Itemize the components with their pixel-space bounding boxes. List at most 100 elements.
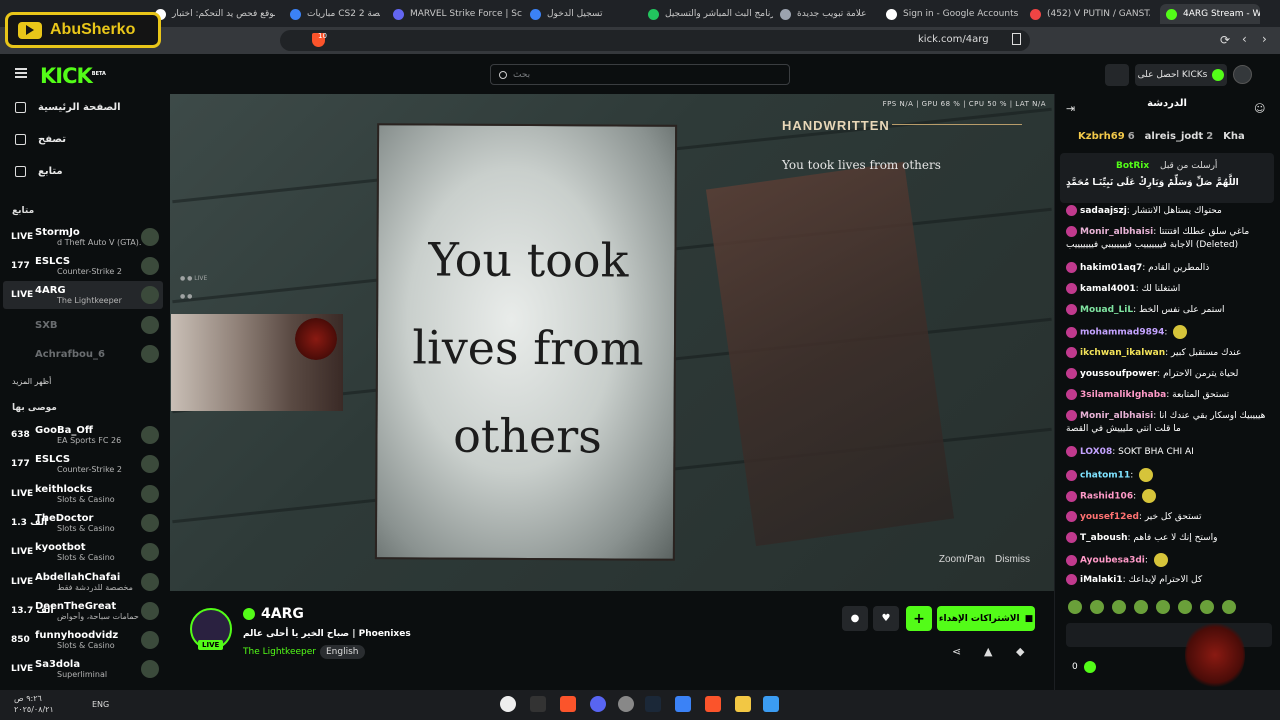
get-kicks-button[interactable]: احصل على KICKs — [1135, 64, 1227, 86]
follow-heart-button[interactable]: ♥ — [873, 606, 899, 631]
top-gifter[interactable]: Kha — [1223, 131, 1248, 142]
sidebar-channel[interactable]: LIVE kyootbot Slots & Casino — [3, 538, 163, 566]
bookmark-icon[interactable] — [1012, 33, 1021, 45]
chat-username[interactable]: LOX08 — [1080, 447, 1112, 457]
stream-category[interactable]: The Lightkeeper — [243, 647, 316, 657]
sidebar-channel[interactable]: SXB — [3, 311, 163, 339]
top-gifter[interactable]: Kzbrh69 6 — [1078, 131, 1135, 142]
menu-icon[interactable] — [15, 68, 27, 78]
chat-users-icon[interactable]: ☺ — [1254, 102, 1265, 115]
folder-icon[interactable] — [735, 696, 751, 712]
input-language[interactable]: ENG — [92, 700, 109, 709]
browser-tab[interactable]: Sign in - Google Accounts — [886, 4, 1021, 24]
video-player[interactable]: You took lives from others HANDWRITTEN Y… — [170, 94, 1054, 591]
layout-button[interactable] — [1105, 64, 1129, 86]
chat-message[interactable]: T_aboush: واستح إنك لا عب فاهم — [1066, 532, 1272, 545]
forward-icon[interactable]: › — [1262, 32, 1267, 46]
chat-username[interactable]: youssoufpower — [1080, 369, 1157, 379]
chat-username[interactable]: hakim01aq7 — [1080, 263, 1142, 273]
sidebar-channel[interactable]: 638 GooBa_Off EA Sports FC 26 — [3, 421, 163, 449]
chat-message[interactable]: Rashid106: — [1066, 489, 1272, 504]
browser-tab[interactable]: (452) V PUTIN / GANSTA — [1030, 4, 1150, 24]
sidebar-channel[interactable]: 177 ESLCS Counter-Strike 2 — [3, 450, 163, 478]
search-input[interactable]: بحث — [490, 64, 790, 85]
steam-store-icon[interactable] — [645, 696, 661, 712]
kick-logo[interactable]: KICKBETA — [40, 64, 106, 88]
pinned-user[interactable]: BotRix — [1116, 161, 1149, 171]
browser-tab[interactable]: علامة تبويب جديدة — [780, 4, 880, 24]
sidebar-channel[interactable]: LIVE keithlocks Slots & Casino — [3, 480, 163, 508]
chat-message[interactable]: chatom11: — [1066, 468, 1272, 483]
subscribe-button[interactable]: + — [906, 606, 932, 631]
store-icon[interactable] — [675, 696, 691, 712]
back-icon[interactable]: ‹ — [1242, 32, 1247, 46]
chat-message[interactable]: hakim01aq7: ذالمطرين القادم — [1066, 262, 1272, 275]
chat-username[interactable]: Monir_albhaisi — [1080, 227, 1153, 237]
sidebar-channel[interactable]: Achrafbou_6 — [3, 340, 163, 368]
chat-username[interactable]: Ayoubesa3di — [1080, 556, 1145, 566]
chat-message[interactable]: iMalaki1: كل الاحترام لإبداعك — [1066, 574, 1272, 587]
sidebar-channel[interactable]: 13.7 ألف DeenTheGreat حمامات سباحة، وأحواض… — [3, 597, 163, 625]
chat-message[interactable]: sadaajszj: محتواك يستاهل الانتشار — [1066, 205, 1272, 218]
share-icon[interactable]: ⋖ — [952, 645, 961, 658]
url-text[interactable]: kick.com/4arg — [918, 34, 989, 45]
chat-username[interactable]: kamal4001 — [1080, 284, 1136, 294]
sidebar-channel[interactable]: 177 ESLCS Counter-Strike 2 — [3, 252, 163, 280]
show-more-link[interactable]: أظهر المزيد — [12, 377, 51, 386]
chat-username[interactable]: 3silamalikIghaba — [1080, 390, 1166, 400]
browser-tab[interactable]: موقع فحص يد التحكم: اختبار — [155, 4, 275, 24]
chat-message[interactable]: LOX08: SOKT BHA CHI AI — [1066, 446, 1272, 459]
chat-username[interactable]: Monir_albhaisi — [1080, 411, 1153, 421]
browser-tab[interactable]: 4ARG Stream - Wa — [1160, 4, 1260, 24]
sidebar-item-1[interactable]: تصفح — [15, 134, 66, 145]
chat-username[interactable]: iMalaki1 — [1080, 575, 1123, 585]
emote-bar[interactable] — [1068, 600, 1236, 614]
channel-name[interactable]: 4ARG — [243, 606, 304, 622]
browser-tab[interactable]: مباريات CS2 المخصصة 2x — [290, 4, 380, 24]
chat-username[interactable]: chatom11 — [1080, 471, 1130, 481]
chat-username[interactable]: sadaajszj — [1080, 206, 1127, 216]
sidebar-channel[interactable]: LIVE Sa3dola Superliminal — [3, 655, 163, 683]
browser-tab[interactable]: تسجيل الدخول — [530, 4, 640, 24]
collapse-chat-icon[interactable]: ⇥ — [1066, 102, 1075, 115]
sidebar-channel[interactable]: LIVE StormJo d Theft Auto V (GTA)... — [3, 223, 163, 251]
browser-tab[interactable]: برنامج البث المباشر والتسجيل — [648, 4, 773, 24]
sidebar-item-0[interactable]: الصفحة الرئيسية — [15, 102, 121, 113]
chat-message[interactable]: ikchwan_ikalwan: عندك مستقبل كبير — [1066, 347, 1272, 360]
sidebar-item-2[interactable]: متابع — [15, 166, 63, 177]
discord-icon[interactable] — [590, 696, 606, 712]
notification-bell-button[interactable]: ● — [842, 606, 868, 631]
chat-username[interactable]: T_aboush — [1080, 533, 1128, 543]
sidebar-channel[interactable]: 1.3 ألف TheDoctor Slots & Casino — [3, 509, 163, 537]
brave-icon[interactable] — [560, 696, 576, 712]
chat-message[interactable]: yousef12ed: تستحق كل خير — [1066, 511, 1272, 524]
chat-username[interactable]: Rashid106 — [1080, 492, 1133, 502]
sidebar-channel[interactable]: 850 funnyhoodvidz Slots & Casino — [3, 626, 163, 654]
chat-message[interactable]: kamal4001: اشتغلنا لك — [1066, 283, 1272, 296]
reload-icon[interactable]: ⟳ — [1220, 33, 1230, 47]
user-icon[interactable]: ◆ — [1016, 645, 1024, 658]
chat-message[interactable]: Monir_albhaisi: هيييبيك اوسكار بقي عندك … — [1066, 410, 1272, 436]
chat-username[interactable]: ikchwan_ikalwan — [1080, 348, 1165, 358]
obs-icon[interactable] — [618, 696, 634, 712]
chat-username[interactable]: mohammad9894 — [1080, 328, 1164, 338]
windows-start-icon[interactable] — [763, 696, 779, 712]
sidebar-channel[interactable]: LIVE 4ARG The Lightkeeper — [3, 281, 163, 309]
chat-message[interactable]: Monir_albhaisi: ماغي سلق عطلك افتتتتا ال… — [1066, 226, 1272, 252]
avatar[interactable] — [1233, 65, 1252, 84]
chat-message[interactable]: youssoufpower: لحياة يترمن الاحترام — [1066, 368, 1272, 381]
chat-message[interactable]: Ayoubesa3di: — [1066, 553, 1272, 568]
chat-username[interactable]: Mouad_LiL — [1080, 305, 1133, 315]
steam-icon[interactable] — [500, 696, 516, 712]
chat-message[interactable]: 3silamalikIghaba: تستحق المتابعة — [1066, 389, 1272, 402]
chat-message[interactable]: Mouad_LiL: استمر على نفس الخط — [1066, 304, 1272, 317]
language-tag[interactable]: English — [320, 645, 365, 659]
chat-username[interactable]: yousef12ed — [1080, 512, 1139, 522]
sidebar-channel[interactable]: LIVE AbdellahChafai مخصصة للدردشة فقط — [3, 568, 163, 596]
chat-message[interactable]: mohammad9894: — [1066, 325, 1272, 340]
gift-subs-button[interactable]: الاشتراكات الإهداء ■ — [937, 606, 1035, 631]
report-icon[interactable]: ▲ — [984, 645, 992, 658]
app-icon[interactable] — [530, 696, 546, 712]
top-gifter[interactable]: alreis_jodt 2 — [1145, 131, 1213, 142]
brave-browser-icon[interactable] — [705, 696, 721, 712]
